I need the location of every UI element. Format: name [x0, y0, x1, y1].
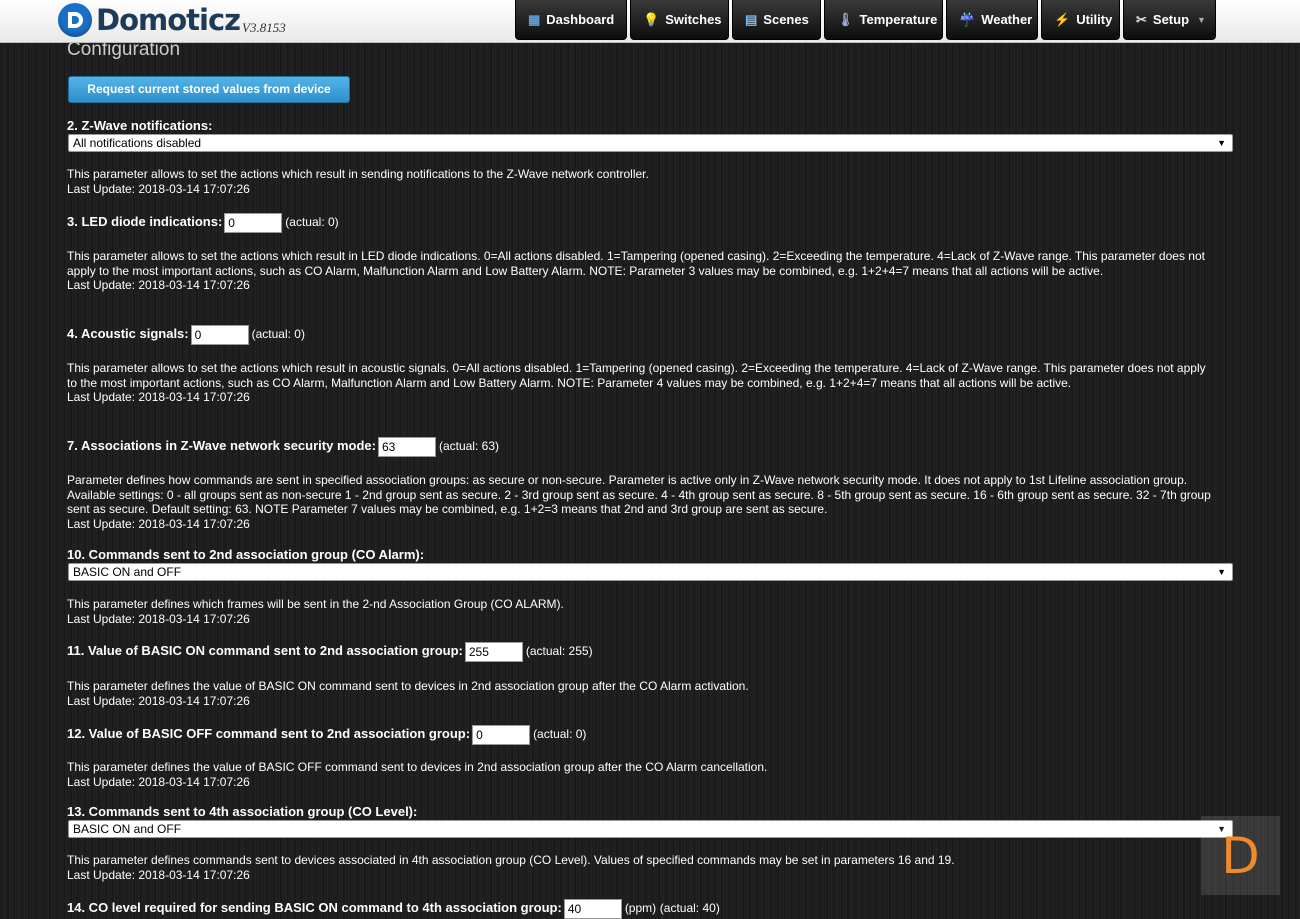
chevron-down-icon: ▼ — [1197, 14, 1206, 25]
last-update: Last Update: 2018-03-14 17:07:26 — [67, 867, 250, 882]
actual-value: (actual: 0) — [285, 215, 339, 229]
param-12-description: This parameter defines the value of BASI… — [67, 760, 1217, 789]
select-value: All notifications disabled — [73, 136, 202, 150]
last-update: Last Update: 2018-03-14 17:07:26 — [67, 774, 250, 789]
site-watermark-logo: D — [1201, 816, 1280, 895]
last-update: Last Update: 2018-03-14 17:07:26 — [67, 390, 250, 404]
param-3-description: This parameter allows to set the actions… — [67, 249, 1217, 293]
param-description-text: Parameter defines how commands are sent … — [67, 473, 1211, 516]
nav-label: Dashboard — [546, 12, 615, 27]
param-2-select[interactable]: All notifications disabled ▼ — [68, 134, 1233, 152]
param-12-input[interactable]: 0 — [472, 724, 531, 745]
unit-label: (ppm) — [624, 901, 657, 915]
actual-value: (actual: 255) — [525, 644, 593, 658]
actual-value: (actual: 0) — [533, 727, 587, 741]
nav-label: Weather — [981, 12, 1033, 27]
param-4-label: 4. Acoustic signals: — [67, 326, 189, 341]
param-4-row: 4. Acoustic signals: 0 (actual: 0) — [67, 324, 305, 345]
nav-scenes[interactable]: ▤ Scenes — [732, 0, 821, 40]
param-7-row: 7. Associations in Z-Wave network securi… — [67, 436, 499, 457]
param-11-description: This parameter defines the value of BASI… — [67, 679, 1217, 708]
param-13-select[interactable]: BASIC ON and OFF ▼ — [68, 820, 1233, 838]
last-update: Last Update: 2018-03-14 17:07:26 — [67, 278, 250, 292]
param-7-input[interactable]: 63 — [377, 436, 436, 457]
lightbulb-icon: 💡 — [643, 12, 660, 27]
last-update: Last Update: 2018-03-14 17:07:26 — [67, 516, 250, 531]
nav-switches[interactable]: 💡 Switches — [630, 0, 729, 40]
thermometer-icon: 🌡 — [837, 12, 854, 27]
param-description-text: This parameter allows to set the actions… — [67, 167, 649, 181]
param-description-text: This parameter allows to set the actions… — [67, 249, 1205, 278]
app-version: V3.8153 — [242, 20, 286, 35]
nav-label: Scenes — [763, 12, 809, 27]
param-14-input[interactable]: 40 — [563, 898, 622, 919]
scenes-icon: ▤ — [745, 12, 758, 27]
param-12-row: 12. Value of BASIC OFF command sent to 2… — [67, 724, 586, 745]
app-logo[interactable]: Domoticz V3.8153 — [58, 3, 286, 39]
param-description-text: This parameter defines commands sent to … — [67, 853, 955, 867]
param-11-label: 11. Value of BASIC ON command sent to 2n… — [67, 643, 463, 658]
param-7-label: 7. Associations in Z-Wave network securi… — [67, 438, 376, 453]
nav-label: Temperature — [859, 12, 938, 27]
nav-weather[interactable]: ☔ Weather — [946, 0, 1038, 40]
nav-utility[interactable]: ⚡ Utility — [1041, 0, 1120, 40]
dropdown-arrow-icon: ▼ — [1217, 138, 1226, 148]
param-description-text: This parameter defines which frames will… — [67, 597, 564, 611]
dropdown-arrow-icon: ▼ — [1217, 567, 1226, 577]
last-update: Last Update: 2018-03-14 17:07:26 — [67, 611, 250, 626]
actual-value: (actual: 0) — [251, 327, 305, 341]
param-11-row: 11. Value of BASIC ON command sent to 2n… — [67, 641, 593, 662]
param-description-text: This parameter allows to set the actions… — [67, 361, 1206, 390]
param-10-label: 10. Commands sent to 2nd association gro… — [67, 547, 425, 562]
nav-label: Setup — [1152, 12, 1190, 27]
param-13-label: 13. Commands sent to 4th association gro… — [67, 804, 418, 819]
param-7-description: Parameter defines how commands are sent … — [67, 473, 1217, 531]
param-2-label: 2. Z-Wave notifications: — [67, 118, 213, 133]
watermark-letter: D — [1221, 826, 1260, 885]
top-bar: Domoticz V3.8153 ▦ Dashboard 💡 Switches … — [0, 0, 1300, 43]
param-14-label: 14. CO level required for sending BASIC … — [67, 900, 562, 915]
param-3-input[interactable]: 0 — [224, 212, 283, 233]
actual-value: (actual: 63) — [438, 439, 499, 453]
param-4-input[interactable]: 0 — [190, 324, 249, 345]
param-3-label: 3. LED diode indications: — [67, 214, 223, 229]
param-3-row: 3. LED diode indications: 0 (actual: 0) — [67, 212, 339, 233]
actual-value: (actual: 40) — [659, 901, 720, 915]
param-12-label: 12. Value of BASIC OFF command sent to 2… — [67, 726, 471, 741]
nav-setup[interactable]: ✂ Setup ▼ — [1123, 0, 1216, 40]
param-13-description: This parameter defines commands sent to … — [67, 853, 1217, 882]
utility-icon: ⚡ — [1054, 12, 1071, 27]
param-4-description: This parameter allows to set the actions… — [67, 361, 1217, 405]
select-value: BASIC ON and OFF — [73, 822, 182, 836]
last-update: Last Update: 2018-03-14 17:07:26 — [67, 693, 250, 708]
select-value: BASIC ON and OFF — [73, 565, 182, 579]
param-11-input[interactable]: 255 — [464, 641, 523, 662]
param-description-text: This parameter defines the value of BASI… — [67, 679, 749, 693]
domoticz-logo-icon — [58, 3, 92, 37]
param-description-text: This parameter defines the value of BASI… — [67, 760, 768, 774]
app-name: Domoticz — [96, 3, 241, 37]
dashboard-icon: ▦ — [528, 12, 541, 27]
request-values-button[interactable]: Request current stored values from devic… — [68, 76, 350, 103]
nav-temperature[interactable]: 🌡 Temperature — [824, 0, 943, 40]
nav-label: Utility — [1076, 12, 1113, 27]
main-nav: ▦ Dashboard 💡 Switches ▤ Scenes 🌡 Temper… — [515, 0, 1219, 40]
param-14-row: 14. CO level required for sending BASIC … — [67, 898, 720, 919]
param-10-select[interactable]: BASIC ON and OFF ▼ — [68, 563, 1233, 581]
nav-label: Switches — [665, 12, 722, 27]
last-update: Last Update: 2018-03-14 17:07:26 — [67, 181, 250, 196]
param-2-description: This parameter allows to set the actions… — [67, 167, 1217, 196]
tools-icon: ✂ — [1136, 12, 1147, 27]
weather-icon: ☔ — [959, 12, 976, 27]
nav-dashboard[interactable]: ▦ Dashboard — [515, 0, 627, 40]
param-10-description: This parameter defines which frames will… — [67, 597, 1217, 626]
